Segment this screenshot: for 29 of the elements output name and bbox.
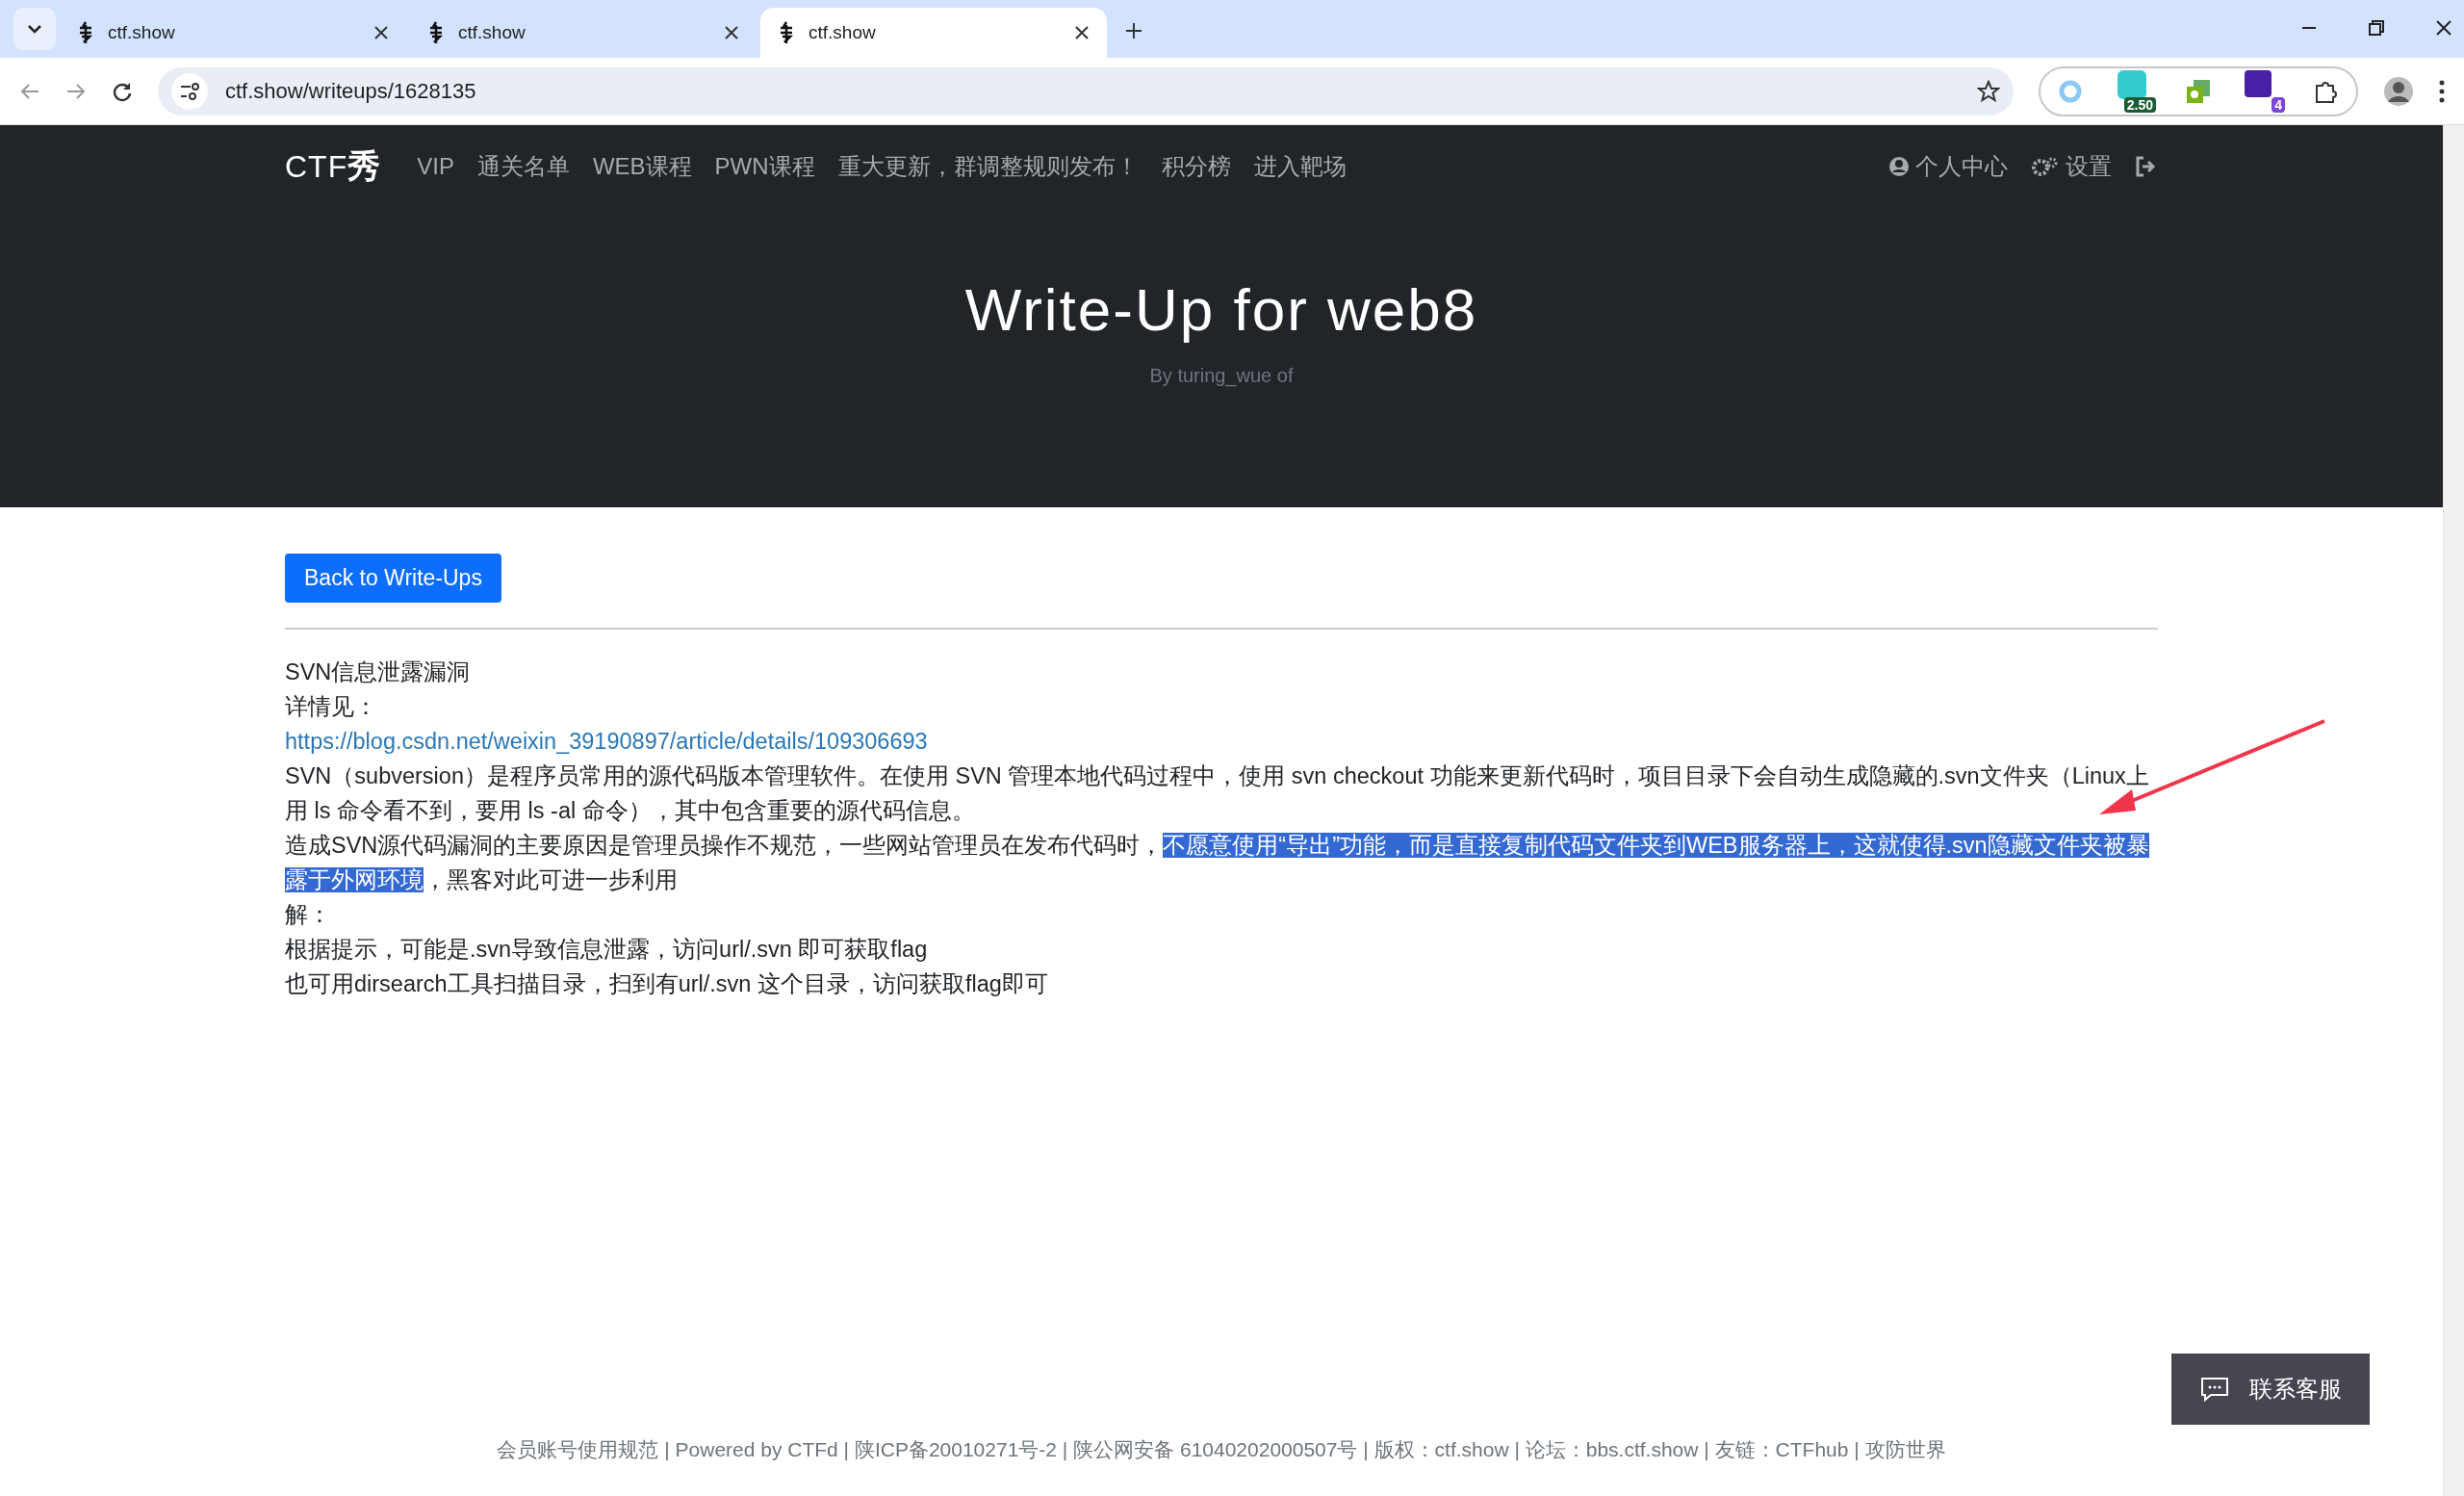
customer-service-button[interactable]: 联系客服 — [2171, 1354, 2370, 1425]
paragraph-text: 解： — [285, 901, 332, 929]
browser-tab[interactable]: ctf.show — [410, 8, 757, 58]
author-byline: By turing_wue of — [1148, 365, 1295, 387]
extension-badge: 4 — [2272, 96, 2285, 113]
paragraph-text: SVN信息泄露漏洞 — [285, 658, 472, 686]
footer-text: 会员账号使用规范 | Powered by CTFd | 陕ICP备20010271号-2 | 陕公网安备 61040202000507号 | 版权：ctf.show | 论坛：bbs.ctf.show | 友链：CTFhub | 攻防世界 — [497, 1438, 1946, 1460]
address-bar[interactable]: ctf.show/writeups/1628135 — [158, 66, 2014, 116]
nav-link[interactable]: 重大更新，群调整规则发布！ — [837, 151, 1139, 182]
nav-link[interactable]: 积分榜 — [1161, 151, 1231, 182]
nav-link[interactable]: VIP — [417, 153, 454, 180]
browser-tab[interactable]: ctf.show — [760, 8, 1107, 58]
nav-link[interactable]: 个人中心 — [1888, 151, 2008, 182]
nav-link[interactable]: 进入靶场 — [1253, 151, 1347, 182]
paragraph-text: SVN（subversion）是程序员常用的源代码版本管理软件。在使用 SVN 管理本地代码过程中，使用 svn checkout 功能来更新代码时，项目目录下会自动生成隐藏的.svn文件夹（Linux上用 ls 命令看不到，要用 ls -al 命令），其中包含重要的源代码信息。 — [285, 762, 2150, 825]
paragraph-text: 详情见： — [285, 693, 378, 721]
nav-link[interactable]: WEB课程 — [592, 151, 692, 182]
nav-link[interactable]: 通关名单 — [476, 151, 570, 182]
browser-tab[interactable]: ctf.show — [60, 8, 406, 58]
extension-badge: 2.50 — [2123, 96, 2156, 113]
nav-link[interactable]: PWN课程 — [714, 151, 815, 182]
nav-link[interactable]: 设置 — [2031, 151, 2112, 182]
paragraph-text: 造成SVN源代码漏洞的主要原因是管理员操作不规范，一些网站管理员在发布代码时，不愿意使用“导出”功能，而是直接复制代码文件夹到WEB服务器上，这就使得.svn隐藏文件夹被暴露于外网环境，黑客对此可进一步利用 — [285, 832, 2150, 894]
paragraph-text: 根据提示，可能是.svn导致信息泄露，访问url/.svn 即可获取flag — [285, 936, 929, 964]
site-logo[interactable]: CTF秀 — [285, 144, 395, 189]
article-link[interactable]: https://blog.csdn.net/weixin_39190897/article/details/109306693 — [285, 729, 928, 754]
page-title: Write-Up for web8 — [963, 275, 1479, 344]
back-button[interactable]: Back to Write-Ups — [285, 554, 501, 603]
paragraph-text: 也可用dirsearch工具扫描目录，扫到有url/.svn 这个目录，访问获取flag即可 — [285, 970, 1049, 998]
